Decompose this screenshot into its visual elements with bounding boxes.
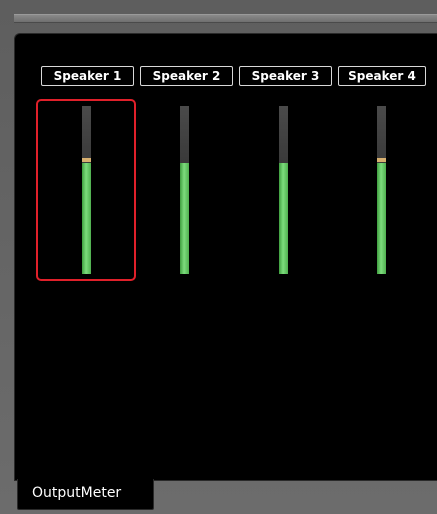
speaker-3-meter[interactable] xyxy=(279,106,288,274)
speaker-3-label[interactable]: Speaker 3 xyxy=(239,66,332,86)
speaker-1-label[interactable]: Speaker 1 xyxy=(41,66,134,86)
speaker-1-meter[interactable] xyxy=(82,106,91,274)
speaker-4-meter-peak xyxy=(377,158,386,162)
speaker-2-meter-level xyxy=(180,163,189,274)
top-rail xyxy=(14,14,437,23)
output-meter-window: Speaker 1 Speaker 2 Speaker 3 Speaker 4 … xyxy=(0,0,437,514)
speaker-3-meter-level xyxy=(279,163,288,274)
speaker-4-meter[interactable] xyxy=(377,106,386,274)
speaker-4-meter-level xyxy=(377,163,386,274)
speaker-1-meter-level xyxy=(82,163,91,274)
speaker-2-label[interactable]: Speaker 2 xyxy=(140,66,233,86)
speaker-4-label[interactable]: Speaker 4 xyxy=(338,66,426,86)
speaker-1-meter-peak xyxy=(82,158,91,162)
tab-output-meter[interactable]: OutputMeter xyxy=(17,479,154,510)
speaker-2-meter[interactable] xyxy=(180,106,189,274)
